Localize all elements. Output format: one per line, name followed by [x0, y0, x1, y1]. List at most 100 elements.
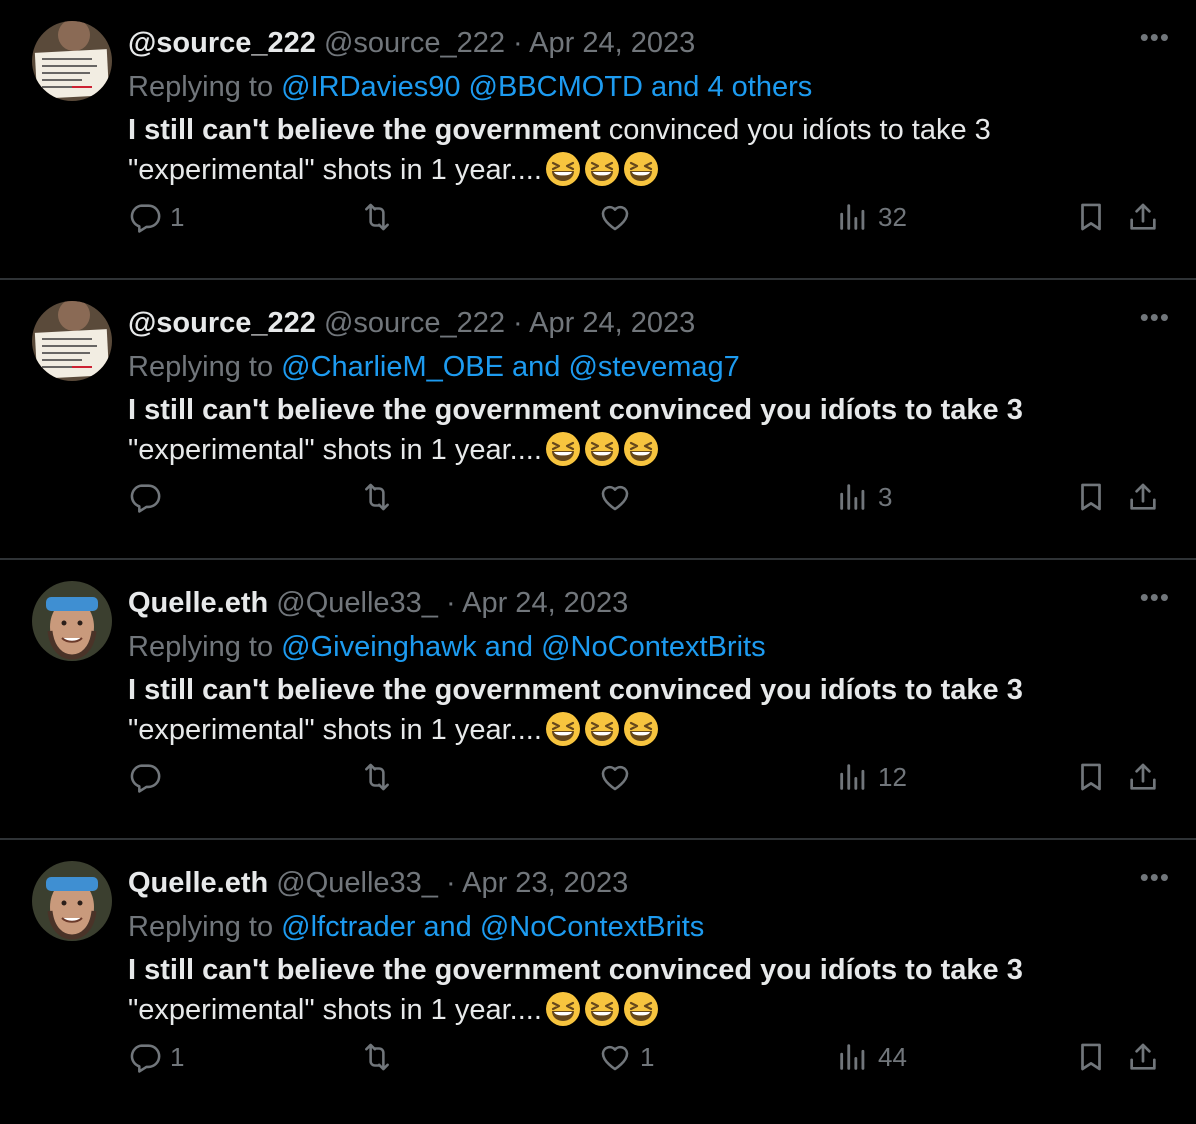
views-count: 32 [878, 201, 907, 232]
replying-to-label: Replying to [128, 631, 274, 663]
bookmark-icon [1081, 763, 1101, 791]
grinning-squinting-face-emoji [545, 152, 580, 186]
grinning-squinting-face-emoji [623, 992, 658, 1026]
tweet-date[interactable]: Apr 24, 2023 [529, 307, 695, 339]
user-handle[interactable]: @source_222 [324, 27, 505, 59]
grinning-squinting-face-emoji [584, 432, 619, 466]
reply-button[interactable] [128, 755, 170, 799]
tweet-text-bold: I still can't believe the government con… [128, 394, 1023, 426]
like-count: 1 [640, 1041, 655, 1072]
tweet-text-rest: "experimental" shots in 1 year.... [128, 994, 542, 1026]
replying-to: Replying to @lfctrader and @NoContextBri… [128, 908, 704, 946]
tweet[interactable]: Quelle.eth @Quelle33_ · Apr 24, 2023 •••… [0, 560, 1196, 840]
tweet[interactable]: @source_222 @source_222 · Apr 24, 2023 •… [0, 280, 1196, 560]
avatar-face-image [32, 581, 112, 661]
like-button[interactable] [598, 195, 640, 239]
reply-icon [130, 484, 161, 513]
avatar[interactable] [32, 301, 112, 381]
tweet-feed: @source_222 @source_222 · Apr 24, 2023 •… [0, 0, 1196, 1122]
reply-mentions[interactable]: @CharlieM_OBE and @stevemag7 [281, 351, 740, 383]
views-button[interactable]: 3 [836, 475, 892, 519]
tweet-date[interactable]: Apr 24, 2023 [462, 587, 628, 619]
retweet-button[interactable] [360, 1035, 402, 1079]
more-icon[interactable]: ••• [1140, 862, 1170, 893]
avatar-face-image [32, 861, 112, 941]
like-icon [601, 205, 629, 231]
bookmark-button[interactable] [1074, 1035, 1108, 1079]
retweet-icon [365, 763, 389, 791]
like-button[interactable] [598, 475, 640, 519]
bookmark-icon [1081, 203, 1101, 231]
tweet[interactable]: Quelle.eth @Quelle33_ · Apr 23, 2023 •••… [0, 840, 1196, 1122]
more-icon[interactable]: ••• [1140, 302, 1170, 333]
retweet-button[interactable] [360, 195, 402, 239]
tweet-header: @source_222 @source_222 · Apr 24, 2023 [128, 304, 695, 342]
grinning-squinting-face-emoji [584, 712, 619, 746]
display-name[interactable]: @source_222 [128, 307, 316, 339]
share-button[interactable] [1126, 1035, 1160, 1079]
grinning-squinting-face-emoji [584, 992, 619, 1026]
reply-icon [130, 764, 161, 793]
reply-mentions[interactable]: @IRDavies90 @BBCMOTD and 4 others [281, 71, 812, 103]
user-handle[interactable]: @Quelle33_ [276, 867, 438, 899]
retweet-icon [365, 1043, 389, 1071]
display-name[interactable]: @source_222 [128, 27, 316, 59]
reply-button[interactable]: 1 [128, 195, 184, 239]
like-button[interactable]: 1 [598, 1035, 654, 1079]
avatar-sign-image [32, 301, 112, 381]
views-button[interactable]: 44 [836, 1035, 907, 1079]
separator-dot: · [445, 867, 456, 899]
share-icon [1130, 763, 1156, 790]
reply-icon [130, 1044, 161, 1073]
more-icon[interactable]: ••• [1140, 22, 1170, 53]
action-bar: 12 [128, 755, 1168, 799]
tweet-text: I still can't believe the government con… [128, 670, 1128, 750]
avatar[interactable] [32, 861, 112, 941]
tweet-text-bold: I still can't believe the government con… [128, 954, 1023, 986]
views-icon [840, 204, 865, 230]
tweet[interactable]: @source_222 @source_222 · Apr 24, 2023 •… [0, 0, 1196, 280]
retweet-button[interactable] [360, 475, 402, 519]
like-icon [601, 765, 629, 791]
more-icon[interactable]: ••• [1140, 582, 1170, 613]
grinning-squinting-face-emoji [545, 712, 580, 746]
replying-to: Replying to @IRDavies90 @BBCMOTD and 4 o… [128, 68, 812, 106]
action-bar: 1 1 44 [128, 1035, 1168, 1079]
display-name[interactable]: Quelle.eth [128, 867, 268, 899]
views-button[interactable]: 12 [836, 755, 907, 799]
avatar[interactable] [32, 581, 112, 661]
user-handle[interactable]: @Quelle33_ [276, 587, 438, 619]
tweet-text: I still can't believe the government con… [128, 950, 1128, 1030]
user-handle[interactable]: @source_222 [324, 307, 505, 339]
avatar[interactable] [32, 21, 112, 101]
action-bar: 1 32 [128, 195, 1168, 239]
tweet-header: Quelle.eth @Quelle33_ · Apr 24, 2023 [128, 584, 628, 622]
views-icon [840, 484, 865, 510]
like-button[interactable] [598, 755, 640, 799]
reply-count: 1 [170, 201, 185, 232]
share-button[interactable] [1126, 195, 1160, 239]
bookmark-button[interactable] [1074, 195, 1108, 239]
share-icon [1130, 203, 1156, 230]
reply-button[interactable] [128, 475, 170, 519]
share-button[interactable] [1126, 755, 1160, 799]
reply-button[interactable]: 1 [128, 1035, 184, 1079]
action-bar: 3 [128, 475, 1168, 519]
share-icon [1130, 1043, 1156, 1070]
bookmark-button[interactable] [1074, 475, 1108, 519]
bookmark-button[interactable] [1074, 755, 1108, 799]
tweet-date[interactable]: Apr 24, 2023 [529, 27, 695, 59]
tweet-header: @source_222 @source_222 · Apr 24, 2023 [128, 24, 695, 62]
grinning-squinting-face-emoji [545, 432, 580, 466]
separator-dot: · [513, 307, 523, 339]
retweet-button[interactable] [360, 755, 402, 799]
tweet-text-bold: I still can't believe the government [128, 114, 601, 146]
separator-dot: · [445, 587, 456, 619]
display-name[interactable]: Quelle.eth [128, 587, 268, 619]
views-button[interactable]: 32 [836, 195, 907, 239]
tweet-date[interactable]: Apr 23, 2023 [462, 867, 628, 899]
reply-mentions[interactable]: @Giveinghawk and @NoContextBrits [281, 631, 765, 663]
share-button[interactable] [1126, 475, 1160, 519]
avatar-sign-image [32, 21, 112, 101]
reply-mentions[interactable]: @lfctrader and @NoContextBrits [281, 911, 704, 943]
